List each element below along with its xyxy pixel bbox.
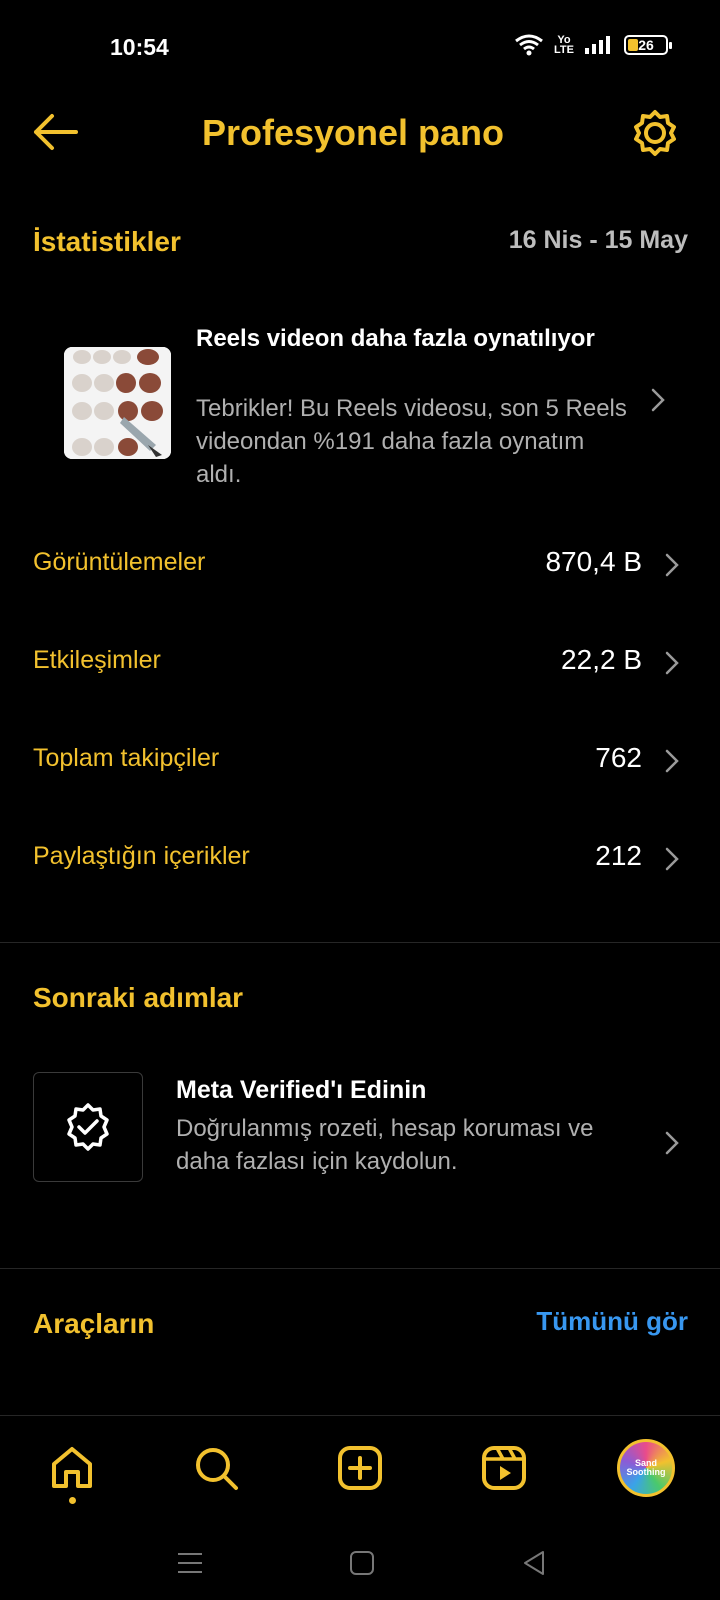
status-icons: Yo LTE 26 [514,34,672,56]
meta-verified-card[interactable]: Meta Verified'ı Edinin Doğrulanmış rozet… [0,1050,720,1200]
battery-fill [628,39,638,51]
chevron-right-icon [651,388,665,412]
chevron-right-icon [665,749,679,773]
search-icon [196,1448,238,1490]
verified-description: Doğrulanmış rozeti, hesap koruması ve da… [176,1115,594,1175]
volte-label-bottom: LTE [554,44,574,56]
recent-apps-button[interactable] [170,1543,210,1583]
next-steps-title: Sonraki adımlar [33,982,244,1013]
reels-icon [482,1446,526,1490]
status-time: 10:54 [110,34,169,60]
stat-row-views[interactable]: Görüntülemeler 870,4 B [0,534,720,594]
square-icon [350,1551,374,1575]
wifi-icon [515,34,543,56]
stat-row-followers[interactable]: Toplam takipçiler 762 [0,730,720,790]
section-divider [0,942,720,943]
chevron-right-icon [665,847,679,871]
status-bar: 10:54 Yo LTE 26 [0,0,720,96]
settings-button[interactable] [630,108,680,158]
reels-thumbnail-image [64,347,171,459]
stat-label: Görüntülemeler [33,548,206,576]
chevron-right-icon [665,1131,679,1155]
reels-insight-card[interactable]: Reels videon daha fazla oynatılıyor Tebr… [0,300,720,500]
stat-label: Etkileşimler [33,646,161,674]
verified-badge-icon [67,1103,109,1151]
battery-level: 26 [638,37,654,53]
reels-insight-description: Tebrikler! Bu Reels videosu, son 5 Reels… [196,395,627,488]
volte-indicator: Yo LTE [554,35,574,56]
chevron-right-icon [665,553,679,577]
back-system-button[interactable] [514,1543,554,1583]
nav-home[interactable] [42,1438,102,1504]
triangle-back-icon [524,1551,544,1575]
page-title: Profesyonel pano [201,112,505,153]
reels-thumbnail [64,347,171,459]
nav-profile[interactable]: Sand Soothing [616,1438,676,1498]
statistics-title: İstatistikler [33,226,181,257]
chevron-right-icon [665,651,679,675]
section-divider [0,1268,720,1269]
see-all-link[interactable]: Tümünü gör [536,1306,688,1337]
stat-row-shared-content[interactable]: Paylaştığın içerikler 212 [0,828,720,888]
stat-value: 762 [595,742,642,773]
nav-search[interactable] [186,1438,246,1498]
stat-value: 22,2 B [561,644,642,675]
stat-label: Paylaştığın içerikler [33,842,250,870]
stat-row-interactions[interactable]: Etkileşimler 22,2 B [0,632,720,692]
home-icon [52,1447,92,1488]
bottom-nav: Sand Soothing [0,1415,720,1525]
create-icon [338,1446,382,1490]
tools-title: Araçların [33,1308,155,1339]
stat-value: 870,4 B [545,546,642,577]
stat-label: Toplam takipçiler [33,744,220,772]
verified-title: Meta Verified'ı Edinin [176,1076,427,1104]
verified-icon-box [33,1072,143,1182]
reels-insight-title: Reels videon daha fazla oynatılıyor [196,325,595,352]
signal-icon [585,36,610,54]
date-range[interactable]: 16 Nis - 15 May [509,226,688,255]
header: Profesyonel pano [0,96,720,170]
home-system-button[interactable] [342,1543,382,1583]
nav-create[interactable] [330,1438,390,1498]
battery-indicator: 26 [624,35,672,55]
active-indicator-dot [69,1497,76,1504]
nav-reels[interactable] [474,1438,534,1498]
profile-avatar: Sand Soothing [617,1439,675,1497]
gear-icon [634,110,676,156]
system-nav-bar [0,1525,720,1600]
menu-lines-icon [178,1553,202,1573]
stat-value: 212 [595,840,642,871]
